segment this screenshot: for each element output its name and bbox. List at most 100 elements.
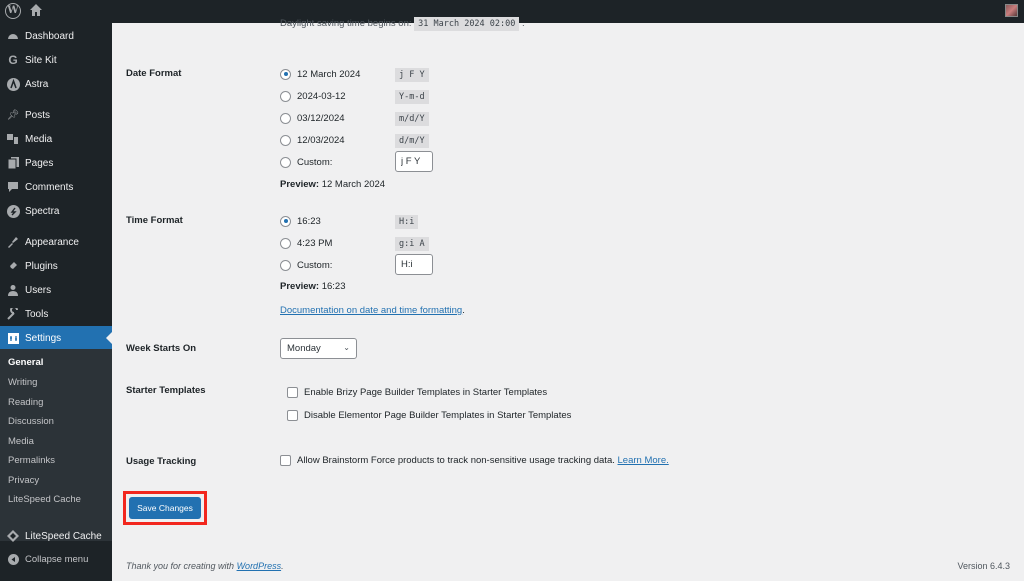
option-label: 12/03/2024	[297, 134, 345, 146]
date-format-custom-option[interactable]: Custom:	[280, 154, 332, 170]
sidebar-item-litespeed-cache[interactable]: LiteSpeed Cache	[0, 524, 112, 548]
save-highlight-box: Save Changes	[123, 491, 207, 525]
radio-button[interactable]	[280, 90, 291, 102]
sidebar-item-media[interactable]: Media	[0, 127, 112, 151]
radio-button[interactable]	[280, 134, 291, 146]
pin-icon: 📌︎	[6, 109, 20, 121]
option-label: 12 March 2024	[297, 68, 361, 80]
home-icon[interactable]	[29, 3, 43, 17]
radio-button[interactable]	[280, 259, 291, 271]
pages-icon	[6, 156, 20, 170]
checkbox[interactable]	[280, 455, 291, 466]
sidebar-item-spectra[interactable]: Spectra	[0, 199, 112, 223]
footer-thanks-text: Thank you for creating with	[126, 561, 237, 571]
option-label: 03/12/2024	[297, 112, 345, 124]
option-label: 2024-03-12	[297, 90, 346, 102]
sidebar-item-site-kit[interactable]: G Site Kit	[0, 48, 112, 72]
sidebar-item-comments[interactable]: Comments	[0, 175, 112, 199]
submenu-litespeed-cache[interactable]: LiteSpeed Cache	[8, 494, 81, 505]
sidebar-item-label: Tools	[25, 308, 49, 320]
date-format-custom-input[interactable]	[395, 151, 433, 172]
checkbox[interactable]	[287, 387, 298, 398]
sidebar-item-posts[interactable]: 📌︎ Posts	[0, 103, 112, 127]
sidebar-item-dashboard[interactable]: Dashboard	[0, 24, 112, 48]
dst-suffix: .	[522, 18, 525, 29]
date-format-option[interactable]: 2024-03-12	[280, 88, 346, 104]
radio-button[interactable]	[280, 215, 291, 227]
submenu-writing[interactable]: Writing	[8, 377, 37, 388]
usage-tracking-option[interactable]: Allow Brainstorm Force products to track…	[280, 455, 669, 466]
date-preview: Preview: 12 March 2024	[280, 179, 385, 190]
sidebar-item-tools[interactable]: Tools	[0, 302, 112, 326]
radio-button[interactable]	[280, 68, 291, 80]
starter-templates-label: Starter Templates	[126, 385, 206, 396]
sidebar-item-label: Appearance	[25, 236, 79, 248]
radio-button[interactable]	[280, 237, 291, 249]
format-code: g:i A	[395, 237, 429, 251]
brizy-templates-option[interactable]: Enable Brizy Page Builder Templates in S…	[287, 387, 547, 398]
date-format-option[interactable]: 03/12/2024	[280, 110, 345, 126]
wordpress-link[interactable]: WordPress	[237, 561, 282, 571]
sidebar-item-settings[interactable]: Settings	[0, 326, 112, 350]
submenu-general[interactable]: General	[8, 357, 43, 368]
time-format-custom-option[interactable]: Custom:	[280, 257, 332, 273]
version-text: Version 6.4.3	[957, 561, 1010, 571]
submenu-permalinks[interactable]: Permalinks	[8, 455, 55, 466]
dashboard-icon	[6, 29, 20, 43]
submenu-reading[interactable]: Reading	[8, 397, 43, 408]
week-starts-select[interactable]: Monday ⌄	[280, 338, 357, 359]
checkbox-label: Enable Brizy Page Builder Templates in S…	[304, 387, 548, 398]
option-label: 4:23 PM	[297, 237, 333, 249]
submenu-discussion[interactable]: Discussion	[8, 416, 54, 427]
date-format-option[interactable]: 12/03/2024	[280, 132, 345, 148]
date-format-label: Date Format	[126, 68, 182, 79]
sidebar-item-pages[interactable]: Pages	[0, 151, 112, 175]
usage-tracking-label: Usage Tracking	[126, 456, 197, 467]
sidebar-item-label: Spectra	[25, 205, 60, 217]
format-code: j F Y	[395, 68, 429, 82]
doc-link-row: Documentation on date and time formattin…	[280, 305, 465, 316]
wordpress-logo-icon[interactable]: W	[5, 3, 21, 19]
doc-suffix: .	[462, 305, 465, 316]
sidebar-item-astra[interactable]: Astra	[0, 72, 112, 96]
sidebar-item-users[interactable]: Users	[0, 278, 112, 302]
time-format-label: Time Format	[126, 215, 183, 226]
astra-icon	[6, 77, 20, 91]
option-label: Custom:	[297, 156, 333, 168]
learn-more-link[interactable]: Learn More.	[618, 455, 669, 466]
sidebar-item-label: Site Kit	[25, 54, 57, 66]
format-code: H:i	[395, 215, 419, 229]
save-changes-button[interactable]: Save Changes	[129, 497, 201, 519]
sidebar-item-label: Posts	[25, 109, 51, 121]
admin-sidebar: Dashboard G Site Kit Astra 📌︎ Posts Medi…	[0, 23, 112, 581]
elementor-templates-option[interactable]: Disable Elementor Page Builder Templates…	[287, 410, 571, 421]
checkbox[interactable]	[287, 410, 298, 421]
sidebar-item-label: Users	[25, 284, 52, 296]
collapse-menu-button[interactable]: Collapse menu	[0, 547, 112, 571]
preview-label: Preview:	[280, 179, 320, 190]
select-value: Monday	[287, 343, 321, 354]
footer-thanks: Thank you for creating with WordPress.	[126, 561, 284, 571]
option-label: Custom:	[297, 259, 333, 271]
sidebar-item-label: Pages	[25, 157, 54, 169]
doc-link[interactable]: Documentation on date and time formattin…	[280, 305, 462, 316]
time-format-custom-input[interactable]	[395, 254, 433, 275]
dst-notice: Daylight saving time begins on: 31 March…	[280, 17, 525, 31]
settings-submenu: General Writing Reading Discussion Media…	[0, 349, 112, 541]
time-format-option[interactable]: 16:23	[280, 213, 321, 229]
radio-button[interactable]	[280, 156, 291, 168]
time-format-option[interactable]: 4:23 PM	[280, 235, 332, 251]
radio-button[interactable]	[280, 112, 291, 124]
preview-label: Preview:	[280, 281, 320, 292]
sidebar-item-plugins[interactable]: Plugins	[0, 254, 112, 278]
litespeed-icon	[6, 529, 20, 543]
preview-value: 16:23	[321, 281, 346, 292]
comment-icon	[6, 180, 20, 194]
user-avatar[interactable]	[1005, 4, 1018, 17]
chevron-down-icon: ⌄	[343, 343, 350, 352]
sidebar-item-label: Collapse menu	[25, 553, 89, 565]
submenu-privacy[interactable]: Privacy	[8, 475, 39, 486]
submenu-media[interactable]: Media	[8, 436, 34, 447]
date-format-option[interactable]: 12 March 2024	[280, 66, 360, 82]
sidebar-item-appearance[interactable]: Appearance	[0, 230, 112, 254]
